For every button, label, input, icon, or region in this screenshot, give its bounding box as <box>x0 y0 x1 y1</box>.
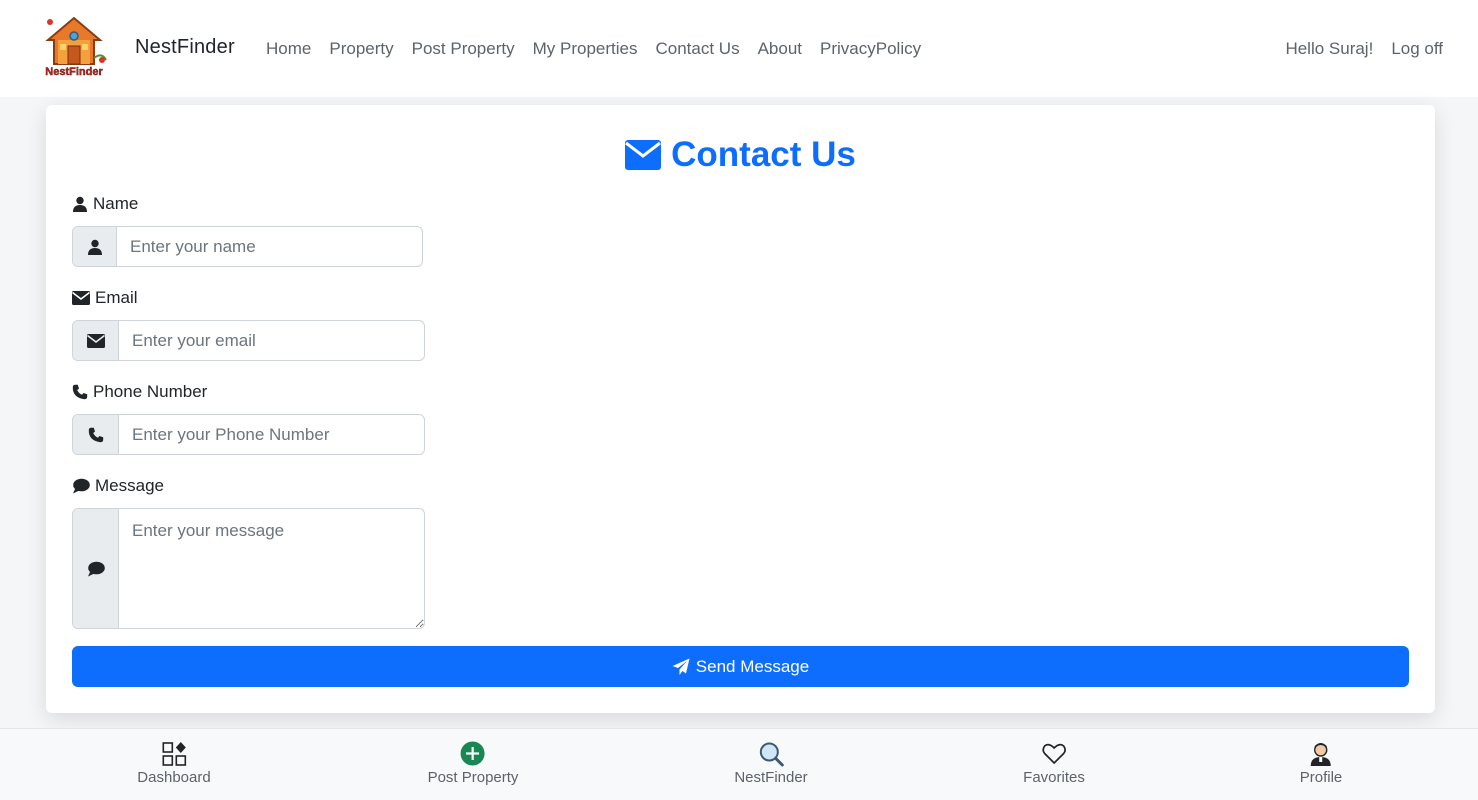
bottom-nav-post-property[interactable]: Post Property <box>427 741 519 786</box>
envelope-icon <box>86 333 105 348</box>
user-greeting[interactable]: Hello Suraj! <box>1285 39 1373 59</box>
logout-link[interactable]: Log off <box>1391 39 1443 59</box>
phone-input-group <box>72 414 425 455</box>
send-message-label: Send Message <box>695 656 810 676</box>
email-addon <box>73 321 119 360</box>
user-icon <box>73 196 87 212</box>
name-addon <box>73 227 117 266</box>
nav-links: Home Property Post Property My Propertie… <box>266 39 939 59</box>
phone-icon <box>72 384 88 400</box>
nav-link-property[interactable]: Property <box>329 39 393 59</box>
phone-addon <box>73 415 119 454</box>
bottom-nav-post-property-label: Post Property <box>427 769 519 786</box>
phone-label-text: Phone Number <box>93 382 208 401</box>
nav-link-privacy-policy[interactable]: PrivacyPolicy <box>820 39 921 59</box>
bottom-nav-nestfinder-label: NestFinder <box>734 769 808 786</box>
page-title-text: Contact Us <box>671 135 856 174</box>
bottom-navigation: Dashboard Post Property NestFinder Favor… <box>0 728 1478 800</box>
logo-text: NestFinder <box>45 66 103 78</box>
profile-avatar-icon <box>1311 743 1331 766</box>
phone-label: Phone Number <box>72 382 207 402</box>
bottom-nav-profile-label: Profile <box>1299 769 1343 786</box>
dashboard-grid-icon <box>162 742 186 766</box>
envelope-icon <box>625 140 662 170</box>
name-label: Name <box>72 194 138 214</box>
bottom-nav-favorites[interactable]: Favorites <box>1023 741 1085 786</box>
bottom-nav-favorites-label: Favorites <box>1023 769 1085 786</box>
nav-link-post-property[interactable]: Post Property <box>412 39 515 59</box>
email-input-group <box>72 320 425 361</box>
email-label: Email <box>72 288 138 308</box>
paper-plane-icon <box>672 658 690 675</box>
phone-input[interactable] <box>119 415 424 454</box>
brand-name[interactable]: NestFinder <box>135 36 235 59</box>
nav-link-contact-us[interactable]: Contact Us <box>655 39 739 59</box>
name-input[interactable] <box>117 227 422 266</box>
top-navbar: NestFinder NestFinder Home Property Post… <box>0 0 1478 97</box>
message-label-text: Message <box>95 476 164 495</box>
email-label-text: Email <box>95 288 138 307</box>
page-title: Contact Us <box>46 135 1435 175</box>
email-input[interactable] <box>119 321 424 360</box>
search-icon <box>759 742 784 767</box>
name-label-text: Name <box>93 194 139 213</box>
comment-icon <box>87 561 105 576</box>
envelope-icon <box>72 291 90 305</box>
send-message-button[interactable]: Send Message <box>72 646 1409 687</box>
plus-circle-icon <box>461 741 485 766</box>
bottom-nav-profile[interactable]: Profile <box>1299 741 1343 786</box>
bottom-nav-dashboard-label: Dashboard <box>137 769 211 786</box>
message-addon <box>73 509 119 628</box>
user-icon <box>87 239 102 255</box>
name-input-group <box>72 226 423 267</box>
bottom-nav-dashboard[interactable]: Dashboard <box>137 741 211 786</box>
phone-icon <box>88 427 103 442</box>
message-textarea[interactable] <box>119 509 424 628</box>
comment-icon <box>73 478 90 494</box>
message-label: Message <box>72 476 164 496</box>
bottom-nav-nestfinder[interactable]: NestFinder <box>734 741 808 786</box>
message-input-group <box>72 508 425 629</box>
heart-icon <box>1042 743 1066 764</box>
nav-link-about[interactable]: About <box>758 39 802 59</box>
nestfinder-logo[interactable]: NestFinder <box>36 14 112 78</box>
contact-card: Contact Us Name Email <box>46 105 1435 713</box>
nav-link-my-properties[interactable]: My Properties <box>533 39 638 59</box>
user-menu: Hello Suraj! Log off <box>1267 39 1443 59</box>
nav-link-home[interactable]: Home <box>266 39 311 59</box>
